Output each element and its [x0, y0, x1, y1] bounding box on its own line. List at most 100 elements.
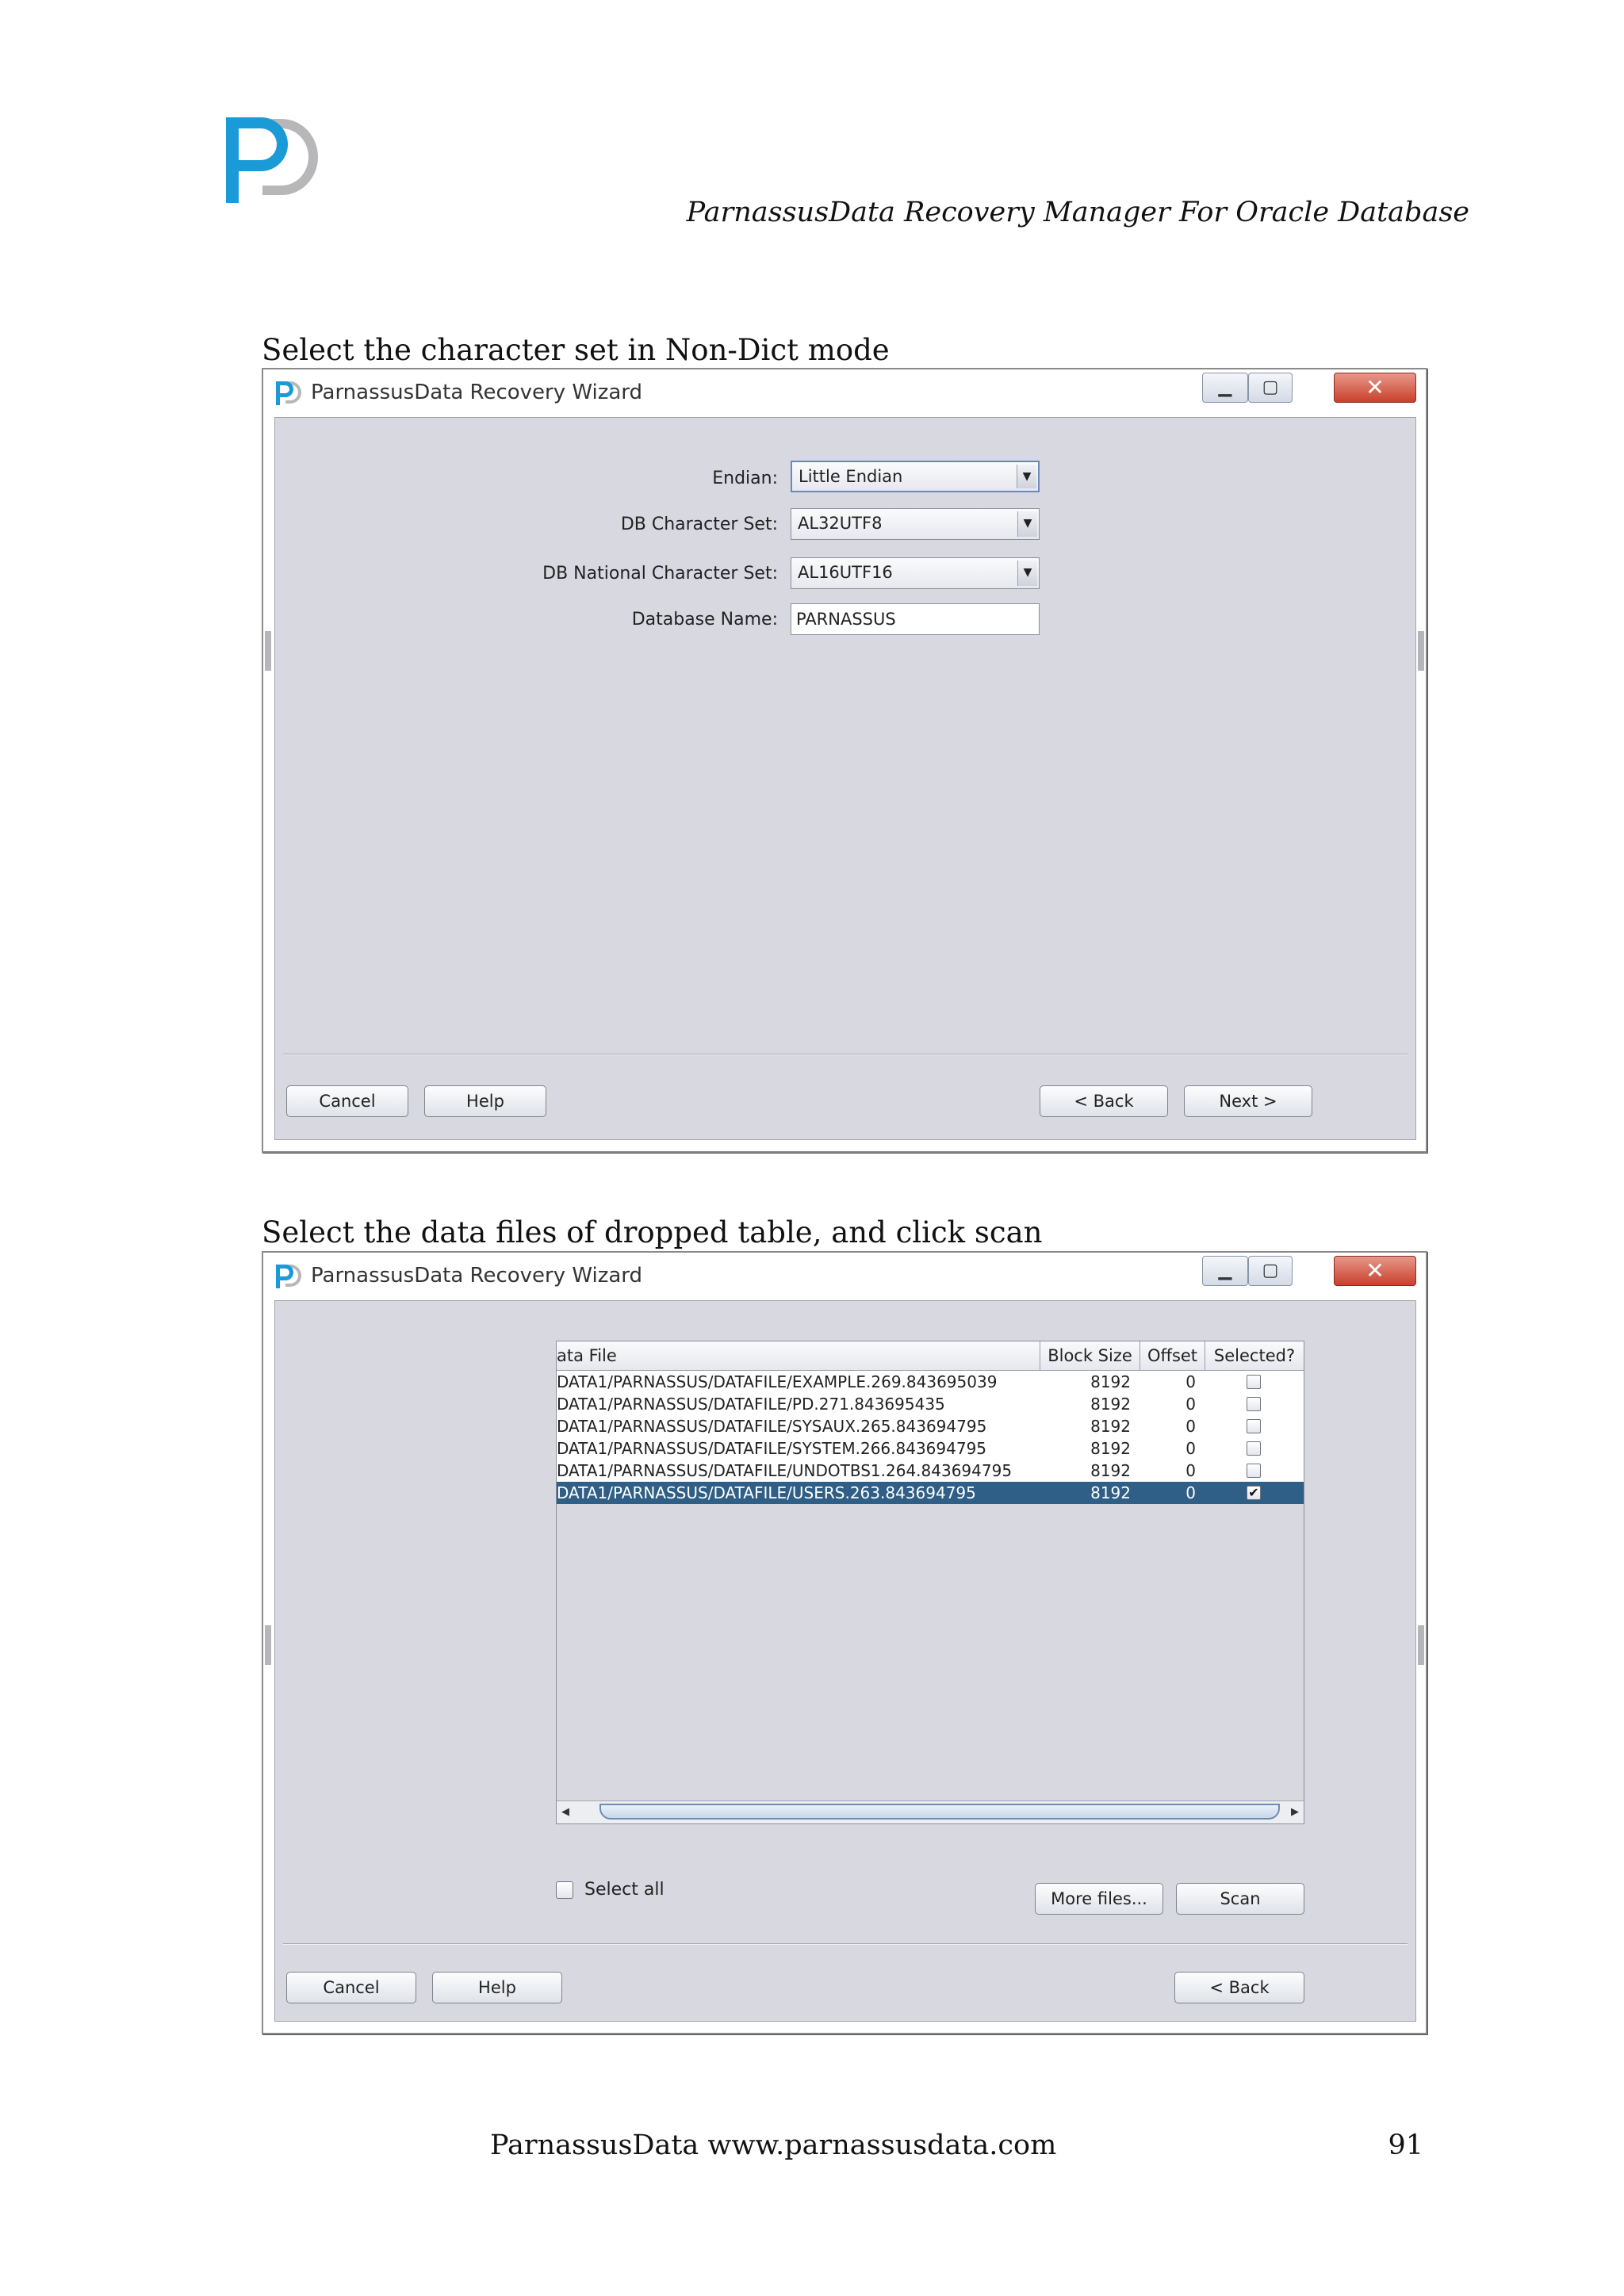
app-icon — [276, 381, 301, 405]
column-header-selected[interactable]: Selected? — [1205, 1341, 1304, 1370]
maximize-icon: ▢ — [1262, 1261, 1279, 1280]
wizard-window-datafiles: ParnassusData Recovery Wizard ▁ ▢ ✕ ata … — [262, 1251, 1427, 2034]
minimize-button[interactable]: ▁ — [1202, 373, 1248, 403]
chevron-down-icon[interactable]: ▼ — [1017, 561, 1037, 586]
table-cell-offset: 0 — [1185, 1372, 1196, 1391]
left-resize-grip[interactable] — [265, 631, 271, 671]
right-resize-grip[interactable] — [1418, 1625, 1424, 1665]
scroll-right-icon[interactable]: ▶ — [1288, 1804, 1302, 1820]
db-name-field[interactable]: PARNASSUS — [791, 603, 1040, 635]
db-name-label: Database Name: — [631, 610, 778, 629]
back-button[interactable]: < Back — [1174, 1972, 1304, 2003]
scrollbar-thumb[interactable] — [599, 1804, 1280, 1820]
page-header-title: ParnassusData Recovery Manager For Oracl… — [686, 197, 1469, 228]
table-row[interactable]: DATA1/PARNASSUS/DATAFILE/EXAMPLE.269.843… — [557, 1371, 1304, 1393]
table-cell-file: DATA1/PARNASSUS/DATAFILE/SYSAUX.265.8436… — [557, 1417, 987, 1436]
datafile-table: ata File Block Size Offset Selected? DAT… — [556, 1341, 1304, 1824]
table-cell-block-size: 8192 — [1090, 1417, 1131, 1436]
horizontal-scrollbar[interactable]: ◀ ▶ — [557, 1800, 1304, 1823]
table-row[interactable]: DATA1/PARNASSUS/DATAFILE/PD.271.84369543… — [557, 1393, 1304, 1415]
db-name-value: PARNASSUS — [796, 610, 896, 629]
table-cell-file: DATA1/PARNASSUS/DATAFILE/EXAMPLE.269.843… — [557, 1372, 998, 1391]
table-cell-file: DATA1/PARNASSUS/DATAFILE/PD.271.84369543… — [557, 1395, 945, 1414]
page-number: 91 — [1388, 2130, 1423, 2161]
close-icon: ✕ — [1365, 1257, 1385, 1284]
table-cell-offset: 0 — [1185, 1461, 1196, 1480]
button-separator — [283, 1054, 1408, 1055]
table-cell-file: DATA1/PARNASSUS/DATAFILE/SYSTEM.266.8436… — [557, 1439, 987, 1458]
help-button[interactable]: Help — [424, 1085, 546, 1117]
row-select-checkbox[interactable] — [1247, 1375, 1261, 1389]
close-icon: ✕ — [1365, 374, 1385, 400]
wizard-content-panel: Endian: Little Endian ▼ DB Character Set… — [274, 417, 1416, 1140]
window-title: ParnassusData Recovery Wizard — [311, 1264, 643, 1288]
window-titlebar[interactable]: ParnassusData Recovery Wizard ▁ ▢ ✕ — [263, 369, 1426, 415]
db-charset-label: DB Character Set: — [620, 515, 778, 534]
table-header: ata File Block Size Offset Selected? — [557, 1341, 1304, 1371]
cancel-button[interactable]: Cancel — [286, 1085, 408, 1117]
db-charset-value: AL32UTF8 — [798, 514, 883, 533]
maximize-icon: ▢ — [1262, 377, 1279, 397]
table-cell-block-size: 8192 — [1090, 1372, 1131, 1391]
endian-label: Endian: — [712, 469, 778, 488]
help-button[interactable]: Help — [432, 1972, 562, 2003]
row-select-checkbox[interactable] — [1247, 1397, 1261, 1411]
table-cell-block-size: 8192 — [1090, 1439, 1131, 1458]
table-cell-offset: 0 — [1185, 1483, 1196, 1502]
wizard-content-panel: ata File Block Size Offset Selected? DAT… — [274, 1300, 1416, 2022]
table-cell-block-size: 8192 — [1090, 1483, 1131, 1502]
left-resize-grip[interactable] — [265, 1625, 271, 1665]
figure2-caption: Select the data files of dropped table, … — [262, 1215, 1043, 1249]
minimize-icon: ▁ — [1218, 377, 1232, 397]
parnassusdata-logo — [226, 117, 318, 203]
right-resize-grip[interactable] — [1418, 631, 1424, 671]
button-separator — [283, 1943, 1408, 1945]
maximize-button[interactable]: ▢ — [1248, 1256, 1293, 1286]
maximize-button[interactable]: ▢ — [1248, 373, 1293, 403]
close-button[interactable]: ✕ — [1334, 1256, 1416, 1286]
table-cell-offset: 0 — [1185, 1439, 1196, 1458]
db-ncharset-select[interactable]: AL16UTF16 ▼ — [791, 557, 1040, 589]
select-all-checkbox[interactable] — [556, 1881, 573, 1899]
column-header-offset[interactable]: Offset — [1140, 1341, 1205, 1370]
table-cell-file: DATA1/PARNASSUS/DATAFILE/UNDOTBS1.264.84… — [557, 1461, 1013, 1480]
table-cell-file: DATA1/PARNASSUS/DATAFILE/USERS.263.84369… — [557, 1483, 976, 1502]
select-all-label[interactable]: Select all — [584, 1880, 665, 1900]
row-select-checkbox[interactable] — [1247, 1464, 1261, 1478]
close-button[interactable]: ✕ — [1334, 373, 1416, 403]
more-files-button[interactable]: More files... — [1035, 1883, 1163, 1915]
db-charset-select[interactable]: AL32UTF8 ▼ — [791, 508, 1040, 540]
table-row[interactable]: DATA1/PARNASSUS/DATAFILE/SYSAUX.265.8436… — [557, 1415, 1304, 1437]
minimize-icon: ▁ — [1218, 1261, 1232, 1280]
db-ncharset-value: AL16UTF16 — [798, 563, 893, 582]
endian-value: Little Endian — [799, 467, 903, 486]
table-cell-offset: 0 — [1185, 1395, 1196, 1414]
scan-button[interactable]: Scan — [1176, 1883, 1304, 1915]
table-row[interactable]: DATA1/PARNASSUS/DATAFILE/SYSTEM.266.8436… — [557, 1437, 1304, 1460]
column-header-file[interactable]: ata File — [557, 1341, 1040, 1370]
app-icon — [276, 1265, 301, 1288]
cancel-button[interactable]: Cancel — [286, 1972, 416, 2003]
row-select-checkbox[interactable] — [1247, 1419, 1261, 1433]
next-button[interactable]: Next > — [1184, 1085, 1312, 1117]
column-header-block-size[interactable]: Block Size — [1040, 1341, 1140, 1370]
page-footer: ParnassusData www.parnassusdata.com — [490, 2130, 1057, 2161]
figure1-caption: Select the character set in Non-Dict mod… — [262, 333, 890, 367]
wizard-window-charset: ParnassusData Recovery Wizard ▁ ▢ ✕ Endi… — [262, 368, 1427, 1153]
row-select-checkbox[interactable]: ✔ — [1247, 1486, 1261, 1500]
endian-select[interactable]: Little Endian ▼ — [791, 461, 1040, 492]
db-ncharset-label: DB National Character Set: — [542, 564, 778, 584]
table-body: DATA1/PARNASSUS/DATAFILE/EXAMPLE.269.843… — [557, 1371, 1304, 1504]
scroll-left-icon[interactable]: ◀ — [558, 1804, 573, 1820]
table-cell-block-size: 8192 — [1090, 1461, 1131, 1480]
table-row[interactable]: DATA1/PARNASSUS/DATAFILE/UNDOTBS1.264.84… — [557, 1460, 1304, 1482]
chevron-down-icon[interactable]: ▼ — [1017, 511, 1037, 537]
back-button[interactable]: < Back — [1040, 1085, 1168, 1117]
row-select-checkbox[interactable] — [1247, 1441, 1261, 1456]
table-cell-block-size: 8192 — [1090, 1395, 1131, 1414]
window-titlebar[interactable]: ParnassusData Recovery Wizard ▁ ▢ ✕ — [263, 1253, 1426, 1299]
window-title: ParnassusData Recovery Wizard — [311, 381, 643, 404]
minimize-button[interactable]: ▁ — [1202, 1256, 1248, 1286]
table-row[interactable]: DATA1/PARNASSUS/DATAFILE/USERS.263.84369… — [557, 1482, 1304, 1504]
chevron-down-icon[interactable]: ▼ — [1017, 465, 1036, 488]
